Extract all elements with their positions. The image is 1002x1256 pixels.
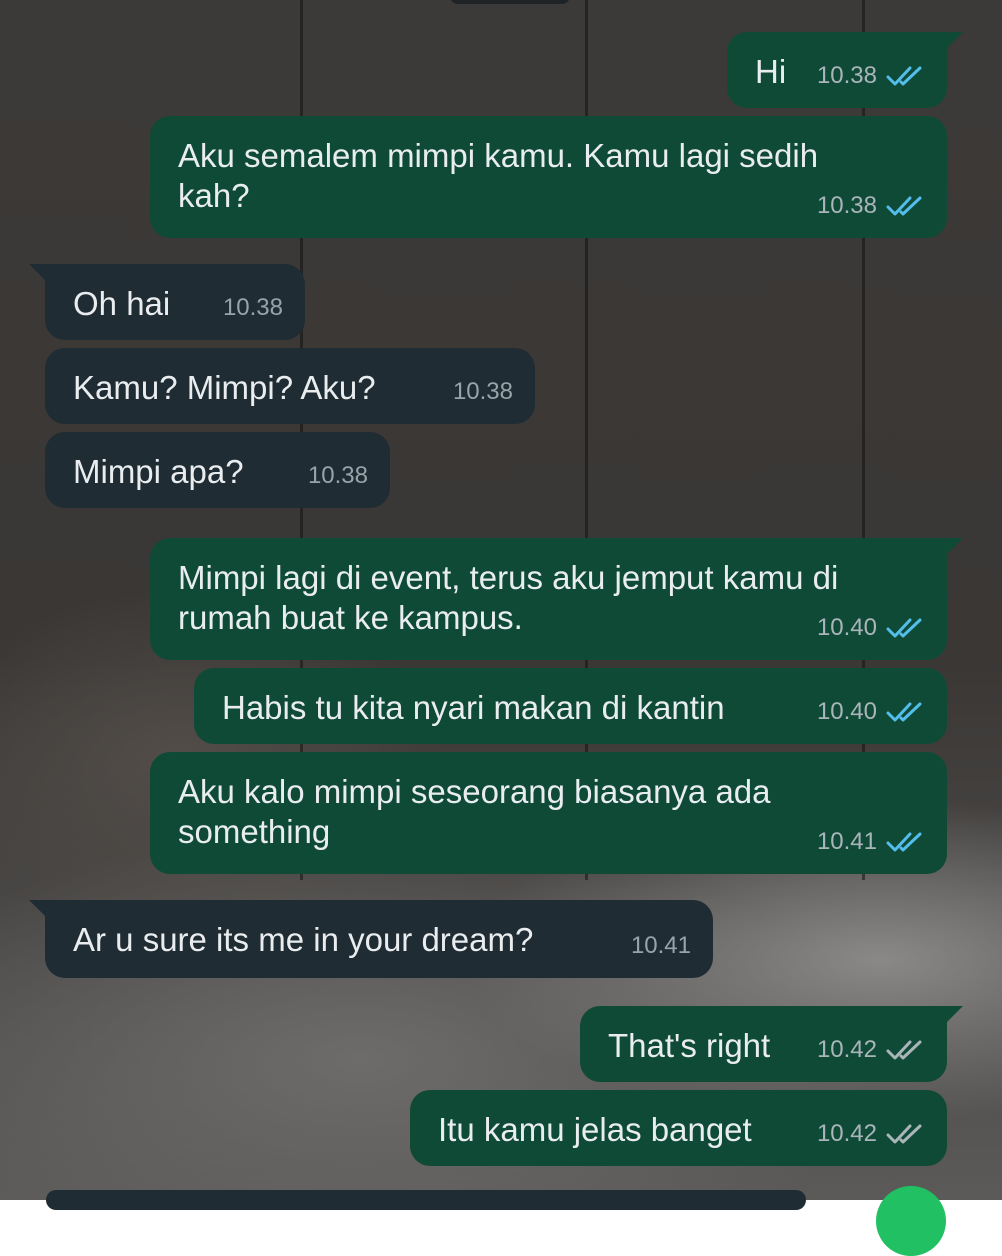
message-time: 10.38: [816, 62, 877, 89]
message-text: Habis tu kita nyari makan di kantin: [222, 689, 725, 726]
delivered-ticks-icon: [885, 1122, 925, 1146]
bubble-tail: [941, 538, 963, 560]
bubble-tail: [941, 32, 963, 54]
read-ticks-icon: [885, 64, 925, 88]
message-meta: 10.41: [631, 926, 691, 966]
message-meta: 10.38: [223, 288, 283, 328]
outgoing-message[interactable]: That's right 10.42: [580, 1006, 963, 1082]
message-time: 10.41: [630, 932, 691, 959]
outgoing-message[interactable]: Habis tu kita nyari makan di kantin 10.4…: [194, 668, 947, 744]
message-text: Itu kamu jelas banget: [438, 1111, 752, 1148]
message-time: 10.38: [307, 462, 368, 489]
incoming-message[interactable]: Ar u sure its me in your dream? 10.41: [29, 900, 713, 978]
message-text: Aku semalem mimpi kamu. Kamu lagi sedih …: [178, 137, 819, 214]
message-time: 10.38: [222, 294, 283, 321]
bubble-tail: [941, 1006, 963, 1028]
message-meta: 10.40: [817, 692, 925, 732]
message-meta: 10.38: [817, 56, 925, 96]
message-meta: 10.38: [817, 186, 925, 226]
message-time: 10.42: [816, 1120, 877, 1147]
bubble-tail: [29, 900, 51, 922]
outgoing-message[interactable]: Mimpi lagi di event, terus aku jemput ka…: [150, 538, 963, 660]
read-ticks-icon: [885, 830, 925, 854]
message-meta: 10.38: [453, 372, 513, 412]
incoming-message[interactable]: Mimpi apa? 10.38: [45, 432, 390, 508]
message-text: Kamu? Mimpi? Aku?: [73, 369, 376, 406]
bubble-tail: [29, 264, 51, 286]
message-text: Mimpi apa?: [73, 453, 244, 490]
read-ticks-icon: [885, 616, 925, 640]
message-meta: 10.38: [308, 456, 368, 496]
message-text: Oh hai: [73, 285, 171, 322]
message-time: 10.40: [816, 614, 877, 641]
action-button[interactable]: [876, 1186, 946, 1256]
message-meta: 10.42: [817, 1030, 925, 1070]
message-text: That's right: [608, 1027, 771, 1064]
message-meta: 10.42: [817, 1114, 925, 1154]
message-text: Aku kalo mimpi seseorang biasanya ada so…: [178, 773, 771, 850]
outgoing-message[interactable]: Hi 10.38: [727, 32, 963, 108]
message-meta: 10.40: [817, 608, 925, 648]
message-time: 10.38: [816, 192, 877, 219]
read-ticks-icon: [885, 194, 925, 218]
outgoing-message[interactable]: Aku semalem mimpi kamu. Kamu lagi sedih …: [150, 116, 947, 238]
message-text: Hi: [755, 53, 787, 90]
delivered-ticks-icon: [885, 1038, 925, 1062]
partial-message-bubble: [46, 1190, 806, 1210]
message-text: Mimpi lagi di event, terus aku jemput ka…: [178, 559, 839, 636]
outgoing-message[interactable]: Aku kalo mimpi seseorang biasanya ada so…: [150, 752, 947, 874]
message-time: 10.42: [816, 1036, 877, 1063]
message-time: 10.41: [816, 828, 877, 855]
incoming-message[interactable]: Kamu? Mimpi? Aku? 10.38: [45, 348, 535, 424]
incoming-message[interactable]: Oh hai 10.38: [29, 264, 305, 340]
message-meta: 10.41: [817, 822, 925, 862]
message-text: Ar u sure its me in your dream?: [73, 921, 534, 958]
outgoing-message[interactable]: Itu kamu jelas banget 10.42: [410, 1090, 947, 1166]
previous-message-edge: [450, 0, 570, 4]
read-ticks-icon: [885, 700, 925, 724]
message-time: 10.38: [452, 378, 513, 405]
message-time: 10.40: [816, 698, 877, 725]
